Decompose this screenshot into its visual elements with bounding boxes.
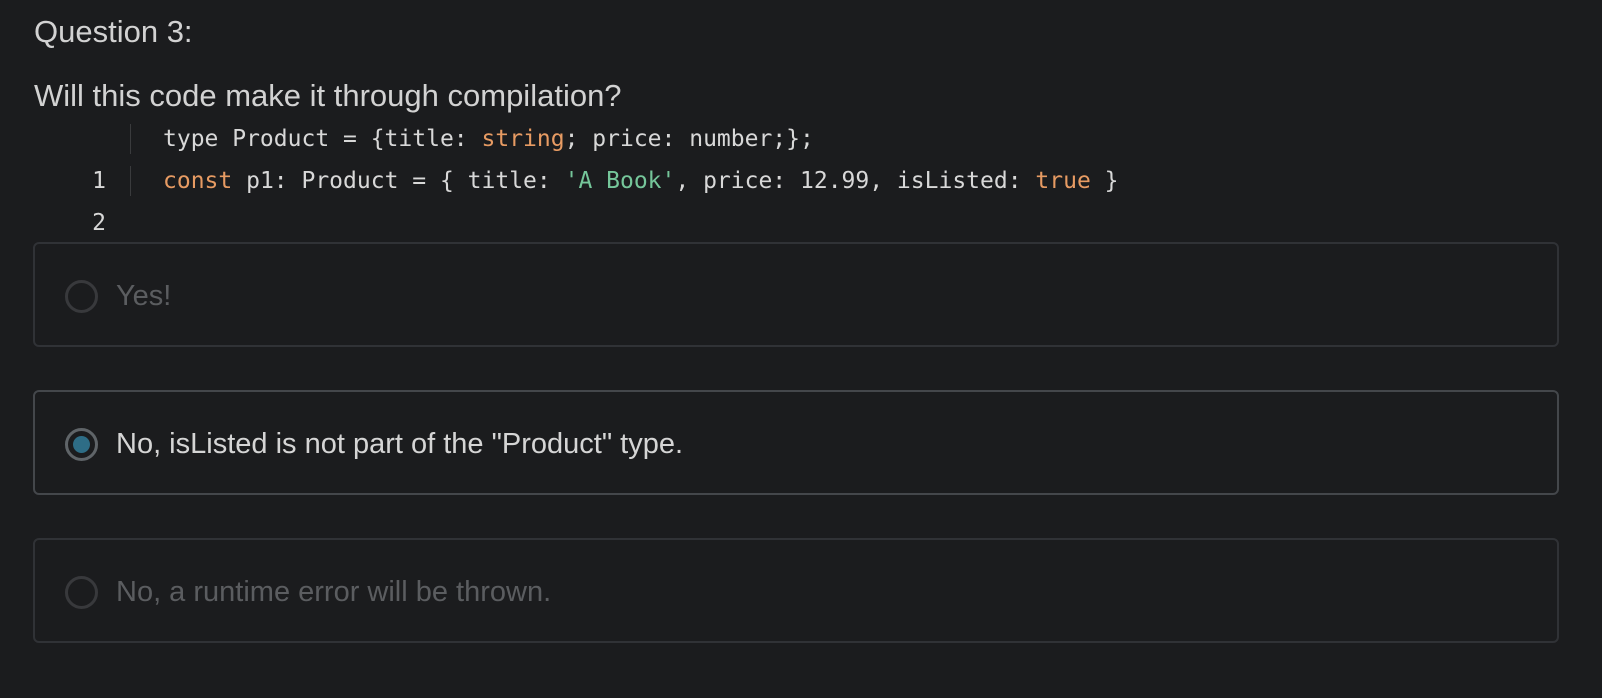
code-block: 1 type Product = {title: string; price: … xyxy=(0,118,1602,236)
code-text: const p1: Product = { title: 'A Book', p… xyxy=(163,160,1119,202)
answer-option-yes[interactable]: Yes! xyxy=(33,242,1559,347)
code-token: p1: Product = { title: xyxy=(232,168,565,194)
option-label: No, isListed is not part of the "Product… xyxy=(116,428,684,460)
radio-selected-dot xyxy=(73,436,90,453)
answer-option-not-part-of-type[interactable]: No, isListed is not part of the "Product… xyxy=(33,390,1559,495)
code-token: type Product = {title: xyxy=(163,126,482,152)
question-text: Will this code make it through compilati… xyxy=(34,78,622,113)
code-token-string: 'A Book' xyxy=(564,168,676,194)
radio-button[interactable] xyxy=(65,280,98,313)
radio-button[interactable] xyxy=(65,576,98,609)
code-token-keyword: const xyxy=(163,168,233,194)
code-line-2: 2 const p1: Product = { title: 'A Book',… xyxy=(0,160,1602,236)
gutter-divider xyxy=(130,166,131,196)
line-number: 2 xyxy=(92,210,106,236)
code-text: type Product = {title: string; price: nu… xyxy=(163,118,814,160)
code-token: } xyxy=(1090,168,1119,194)
radio-button-selected[interactable] xyxy=(65,428,98,461)
code-token-keyword: true xyxy=(1035,168,1091,194)
code-token-keyword: string xyxy=(481,126,565,152)
code-line-1: 1 type Product = {title: string; price: … xyxy=(0,118,1602,194)
option-label: No, a runtime error will be thrown. xyxy=(116,576,552,608)
code-token: ; price: number;}; xyxy=(564,126,814,152)
question-label: Question 3: xyxy=(34,14,193,49)
answer-option-runtime-error[interactable]: No, a runtime error will be thrown. xyxy=(33,538,1559,643)
gutter-divider xyxy=(130,124,131,154)
code-token: , price: 12.99, isListed: xyxy=(675,168,1036,194)
option-label: Yes! xyxy=(116,280,172,312)
